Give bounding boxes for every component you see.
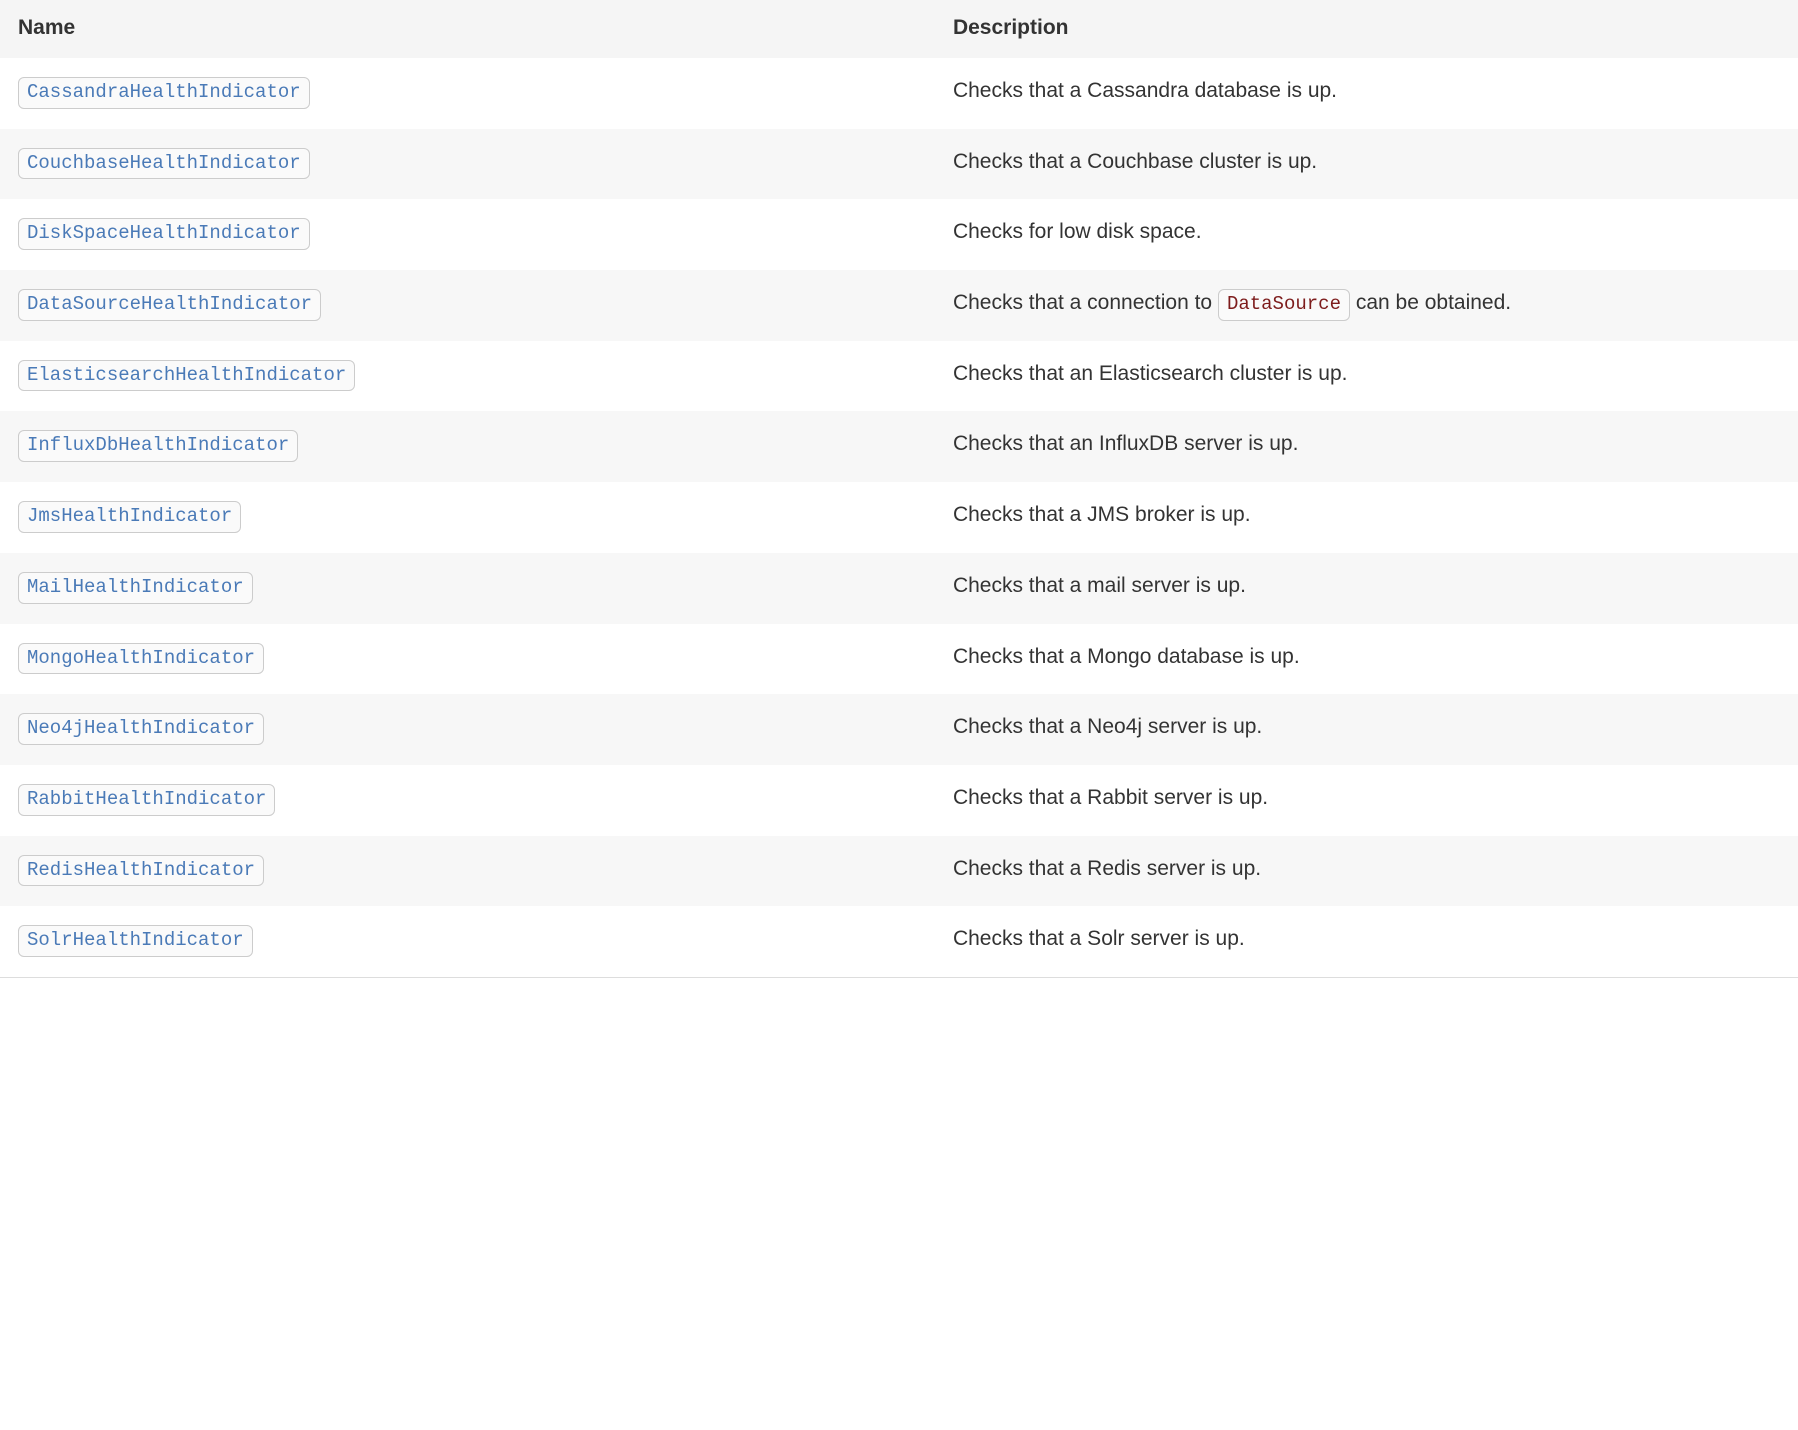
indicator-link[interactable]: CouchbaseHealthIndicator (18, 148, 310, 180)
column-header-description: Description (935, 0, 1798, 58)
table-row: MailHealthIndicator Checks that a mail se… (0, 553, 1798, 624)
cell-name: InfluxDbHealthIndicator (0, 411, 935, 482)
cell-name: SolrHealthIndicator (0, 906, 935, 977)
cell-description: Checks that a JMS broker is up. (935, 482, 1798, 553)
description-text: Checks that a Solr server is up. (953, 927, 1245, 950)
table-row: Neo4jHealthIndicator Checks that a Neo4j … (0, 694, 1798, 765)
indicator-link[interactable]: Neo4jHealthIndicator (18, 713, 264, 745)
cell-description: Checks that a Redis server is up. (935, 836, 1798, 907)
indicator-link[interactable]: CassandraHealthIndicator (18, 77, 310, 109)
cell-description: Checks that an InfluxDB server is up. (935, 411, 1798, 482)
cell-description: Checks that a Couchbase cluster is up. (935, 129, 1798, 200)
table-row: MongoHealthIndicator Checks that a Mongo … (0, 624, 1798, 695)
cell-name: MailHealthIndicator (0, 553, 935, 624)
inline-code: DataSource (1218, 289, 1350, 321)
description-text: can be obtained. (1350, 291, 1511, 314)
cell-name: DataSourceHealthIndicator (0, 270, 935, 341)
table-row: JmsHealthIndicator Checks that a JMS brok… (0, 482, 1798, 553)
indicator-link[interactable]: MongoHealthIndicator (18, 643, 264, 675)
indicator-link[interactable]: DataSourceHealthIndicator (18, 289, 321, 321)
table-row: ElasticsearchHealthIndicator Checks that … (0, 341, 1798, 412)
cell-description: Checks that a Cassandra database is up. (935, 58, 1798, 129)
table-row: RabbitHealthIndicator Checks that a Rabbi… (0, 765, 1798, 836)
description-text: Checks that a Mongo database is up. (953, 645, 1300, 668)
indicator-link[interactable]: JmsHealthIndicator (18, 501, 241, 533)
cell-description: Checks for low disk space. (935, 199, 1798, 270)
table-row: DiskSpaceHealthIndicator Checks for low d… (0, 199, 1798, 270)
description-text: Checks that an InfluxDB server is up. (953, 432, 1299, 455)
cell-name: DiskSpaceHealthIndicator (0, 199, 935, 270)
cell-description: Checks that a Solr server is up. (935, 906, 1798, 977)
indicator-link[interactable]: SolrHealthIndicator (18, 925, 253, 957)
description-text: Checks that a Redis server is up. (953, 857, 1261, 880)
cell-name: CassandraHealthIndicator (0, 58, 935, 129)
table-row: CouchbaseHealthIndicator Checks that a Co… (0, 129, 1798, 200)
description-text: Checks that a connection to (953, 291, 1218, 314)
cell-description: Checks that a connection to DataSource c… (935, 270, 1798, 341)
description-text: Checks that a Neo4j server is up. (953, 715, 1262, 738)
table-row: RedisHealthIndicator Checks that a Redis … (0, 836, 1798, 907)
description-text: Checks that a JMS broker is up. (953, 503, 1251, 526)
cell-description: Checks that an Elasticsearch cluster is … (935, 341, 1798, 412)
cell-name: RedisHealthIndicator (0, 836, 935, 907)
indicator-link[interactable]: MailHealthIndicator (18, 572, 253, 604)
description-text: Checks that a Cassandra database is up. (953, 79, 1337, 102)
description-text: Checks that a Couchbase cluster is up. (953, 150, 1317, 173)
cell-description: Checks that a Neo4j server is up. (935, 694, 1798, 765)
column-header-name: Name (0, 0, 935, 58)
cell-name: ElasticsearchHealthIndicator (0, 341, 935, 412)
indicator-link[interactable]: DiskSpaceHealthIndicator (18, 218, 310, 250)
table-row: DataSourceHealthIndicator Checks that a c… (0, 270, 1798, 341)
table-row: CassandraHealthIndicator Checks that a Ca… (0, 58, 1798, 129)
cell-name: Neo4jHealthIndicator (0, 694, 935, 765)
indicator-link[interactable]: RabbitHealthIndicator (18, 784, 275, 816)
table-row: InfluxDbHealthIndicator Checks that an In… (0, 411, 1798, 482)
cell-description: Checks that a Mongo database is up. (935, 624, 1798, 695)
cell-name: RabbitHealthIndicator (0, 765, 935, 836)
cell-name: MongoHealthIndicator (0, 624, 935, 695)
cell-name: CouchbaseHealthIndicator (0, 129, 935, 200)
cell-description: Checks that a Rabbit server is up. (935, 765, 1798, 836)
description-text: Checks that an Elasticsearch cluster is … (953, 362, 1348, 385)
table-row: SolrHealthIndicator Checks that a Solr se… (0, 906, 1798, 977)
indicator-link[interactable]: InfluxDbHealthIndicator (18, 430, 298, 462)
description-text: Checks that a mail server is up. (953, 574, 1246, 597)
cell-name: JmsHealthIndicator (0, 482, 935, 553)
health-indicators-table: Name Description CassandraHealthIndicato… (0, 0, 1798, 978)
description-text: Checks that a Rabbit server is up. (953, 786, 1268, 809)
description-text: Checks for low disk space. (953, 220, 1202, 243)
cell-description: Checks that a mail server is up. (935, 553, 1798, 624)
indicator-link[interactable]: ElasticsearchHealthIndicator (18, 360, 355, 392)
indicator-link[interactable]: RedisHealthIndicator (18, 855, 264, 887)
